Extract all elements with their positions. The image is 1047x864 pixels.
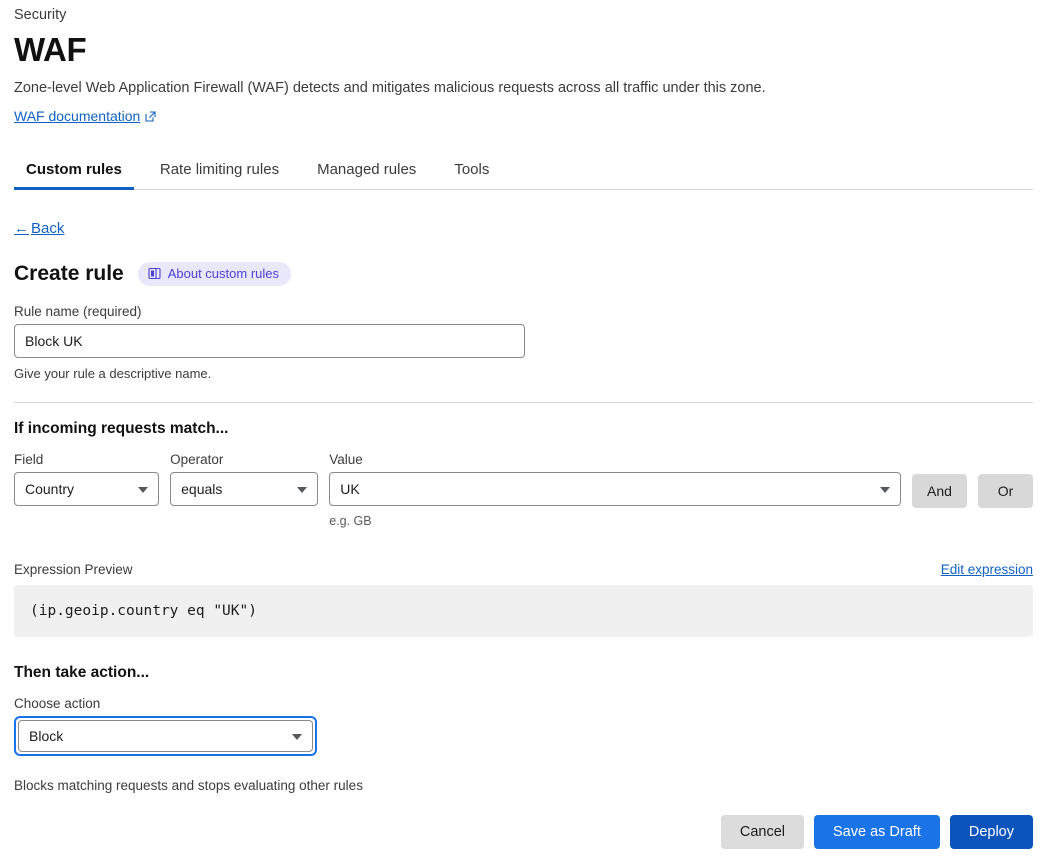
choose-action-focus-ring: Block: [14, 716, 317, 756]
logic-buttons: And Or: [912, 474, 1033, 508]
save-as-draft-button[interactable]: Save as Draft: [814, 815, 940, 849]
footer-actions: Cancel Save as Draft Deploy: [711, 815, 1033, 849]
action-section-heading: Then take action...: [14, 664, 150, 681]
cancel-button[interactable]: Cancel: [720, 815, 805, 849]
tab-rate-limiting-rules[interactable]: Rate limiting rules: [148, 161, 291, 189]
field-label: Field: [14, 452, 44, 467]
value-hint: e.g. GB: [329, 514, 372, 528]
chevron-down-icon: [138, 487, 149, 493]
arrow-left-icon: ←: [14, 220, 29, 237]
page-title: WAF: [14, 31, 87, 68]
operator-column: Operator equals: [170, 452, 319, 506]
chevron-down-icon: [880, 487, 890, 493]
deploy-button[interactable]: Deploy: [949, 815, 1033, 849]
field-select[interactable]: Country: [14, 472, 160, 506]
expression-preview-label: Expression Preview: [14, 562, 133, 577]
waf-page: Security WAF Zone-level Web Application …: [0, 0, 1047, 864]
about-custom-rules-pill[interactable]: About custom rules: [137, 262, 291, 286]
external-link-icon: [145, 109, 156, 122]
back-label: Back: [31, 220, 65, 237]
rule-name-help: Give your rule a descriptive name.: [14, 366, 212, 381]
value-select[interactable]: UK: [329, 472, 901, 506]
value-select-value: UK: [340, 481, 360, 497]
back-row: ← Back: [14, 220, 1033, 238]
and-button[interactable]: And: [912, 474, 967, 508]
choose-action-select[interactable]: Block: [18, 720, 313, 752]
section-divider: [14, 402, 1033, 403]
expression-preview-box: (ip.geoip.country eq "UK"): [14, 585, 1033, 637]
back-link[interactable]: ← Back: [14, 220, 64, 237]
action-help-text: Blocks matching requests and stops evalu…: [14, 778, 363, 793]
waf-documentation-link[interactable]: WAF documentation: [14, 108, 156, 124]
create-rule-header: Create rule About custom rules: [14, 262, 1033, 286]
value-label: Value: [329, 452, 363, 467]
rule-name-label: Rule name (required): [14, 304, 142, 319]
field-column: Field Country: [14, 452, 160, 506]
field-select-value: Country: [25, 481, 75, 497]
expression-code: (ip.geoip.country eq "UK"): [30, 603, 257, 619]
chevron-down-icon: [297, 487, 308, 493]
tab-managed-rules[interactable]: Managed rules: [305, 161, 428, 189]
operator-label: Operator: [170, 452, 224, 467]
match-section-heading: If incoming requests match...: [14, 420, 229, 437]
waf-documentation-label: WAF documentation: [14, 108, 141, 124]
operator-select[interactable]: equals: [170, 472, 319, 506]
tab-bar: Custom rules Rate limiting rules Managed…: [14, 148, 1033, 190]
tab-custom-rules[interactable]: Custom rules: [14, 161, 134, 190]
or-button[interactable]: Or: [978, 474, 1033, 508]
condition-row: Field Country Operator equals Value UK e…: [14, 452, 1033, 528]
chevron-down-icon: [292, 734, 302, 740]
book-icon: [148, 267, 161, 280]
choose-action-value: Block: [29, 728, 64, 744]
expression-header: Expression Preview Edit expression: [14, 562, 1033, 577]
tab-tools[interactable]: Tools: [442, 161, 501, 189]
choose-action-label: Choose action: [14, 696, 101, 711]
operator-select-value: equals: [181, 481, 223, 497]
about-custom-rules-label: About custom rules: [167, 266, 279, 281]
rule-name-block: Rule name (required) Give your rule a de…: [14, 304, 1033, 381]
value-column: Value UK e.g. GB: [329, 452, 901, 528]
rule-name-input[interactable]: [14, 324, 525, 358]
doc-link-row: WAF documentation: [14, 108, 1033, 126]
page-description: Zone-level Web Application Firewall (WAF…: [14, 80, 766, 96]
breadcrumb: Security: [14, 7, 67, 23]
edit-expression-link[interactable]: Edit expression: [941, 562, 1033, 577]
create-rule-title: Create rule: [14, 262, 124, 285]
